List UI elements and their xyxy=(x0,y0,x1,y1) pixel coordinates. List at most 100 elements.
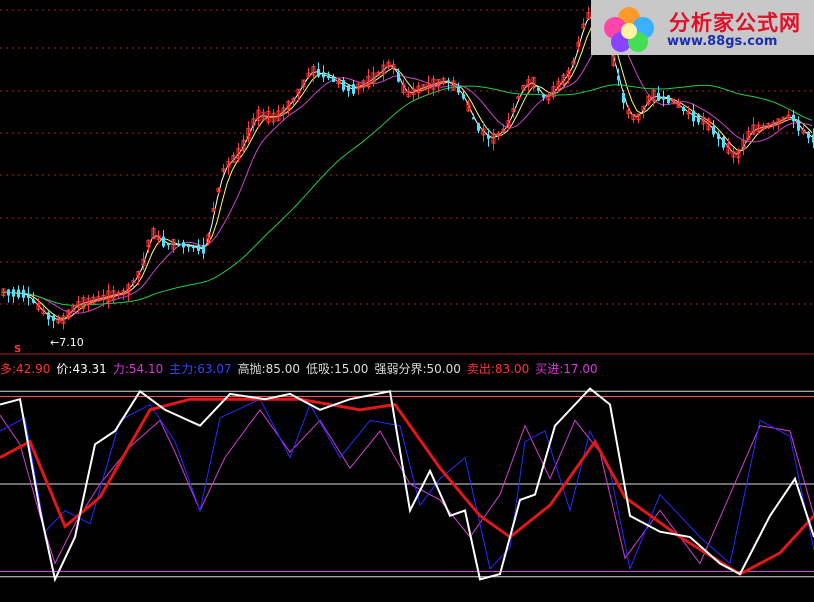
candle xyxy=(682,106,685,116)
legend-value: 17.00 xyxy=(563,362,598,376)
candle-body xyxy=(182,242,185,248)
candle xyxy=(801,125,806,136)
legend-label: 低吸: xyxy=(306,362,335,376)
candle xyxy=(91,293,96,306)
candle xyxy=(177,239,180,247)
candle xyxy=(306,67,311,79)
candle xyxy=(1,288,6,298)
candle xyxy=(7,288,10,303)
candle-body xyxy=(192,245,195,249)
candle xyxy=(56,314,61,325)
candle-body xyxy=(27,294,30,298)
candle xyxy=(706,117,711,132)
candle xyxy=(106,283,111,309)
candle xyxy=(667,95,670,105)
candle xyxy=(182,239,185,254)
candle xyxy=(411,82,416,101)
candle xyxy=(66,309,71,320)
candle-body xyxy=(692,110,695,122)
candle xyxy=(397,68,400,83)
candle xyxy=(376,70,381,77)
candle xyxy=(301,79,306,90)
candle-body xyxy=(332,76,335,83)
legend-value: 15.00 xyxy=(334,362,369,376)
moving-average-line xyxy=(1,84,813,306)
candle-body xyxy=(457,86,460,93)
candle xyxy=(401,79,406,96)
legend-item: 低吸:15.00 xyxy=(306,362,368,376)
legend-label: 主力: xyxy=(169,362,198,376)
candle xyxy=(576,36,581,52)
candle xyxy=(712,119,715,138)
candle xyxy=(236,142,241,163)
candle xyxy=(381,60,386,82)
candle-body xyxy=(322,72,325,78)
candle xyxy=(41,306,46,316)
candle-body xyxy=(797,120,800,131)
candle-body xyxy=(622,93,625,103)
candle-body xyxy=(487,135,490,139)
legend-item: 力:54.10 xyxy=(113,362,163,376)
candle xyxy=(202,237,205,260)
candle xyxy=(231,152,236,164)
candle xyxy=(27,286,30,306)
candle xyxy=(671,98,676,105)
candle-body xyxy=(397,73,400,82)
candle-body xyxy=(202,244,205,254)
candle-body xyxy=(12,289,15,297)
candle xyxy=(746,126,751,141)
legend-item: 主力:63.07 xyxy=(169,362,231,376)
legend-label: 多: xyxy=(0,362,17,376)
candle xyxy=(736,148,741,165)
candle-body xyxy=(17,289,20,298)
candle-body xyxy=(352,84,355,94)
candle-body xyxy=(187,243,190,248)
candle xyxy=(751,117,756,135)
candle xyxy=(47,311,50,326)
logo-title: 分析家公式网 xyxy=(669,11,801,35)
legend-label: 买进: xyxy=(535,362,564,376)
candle xyxy=(22,285,25,302)
low-price-label: ←7.10 xyxy=(50,336,84,349)
candle-body xyxy=(662,96,665,100)
candle xyxy=(807,130,810,144)
candle-body xyxy=(52,315,55,321)
candle xyxy=(156,230,161,245)
candle xyxy=(327,71,330,81)
legend-item: 卖出:83.00 xyxy=(467,362,529,376)
logo-url: www.88gs.com xyxy=(667,34,778,49)
candle xyxy=(701,112,706,131)
chart-window: ←7.10 S 多:42.90 价:43.31 力:54.10 主力:63.07 高抛:8… xyxy=(0,0,814,602)
candle xyxy=(251,113,256,132)
legend-value: 50.00 xyxy=(426,362,461,376)
candle xyxy=(546,91,551,105)
candle xyxy=(86,294,91,312)
moving-average-lines xyxy=(1,15,813,321)
candle xyxy=(581,18,586,29)
candle xyxy=(626,105,631,119)
candle xyxy=(406,87,411,98)
candle xyxy=(162,230,165,248)
legend-value: 63.07 xyxy=(197,362,232,376)
candle xyxy=(361,78,366,93)
legend-item: 强弱分界:50.00 xyxy=(374,362,460,376)
candle-body xyxy=(47,312,50,320)
legend-label: 高抛: xyxy=(237,362,266,376)
candle xyxy=(421,83,426,92)
candle-body xyxy=(22,289,25,298)
signal-marker: S xyxy=(14,344,21,355)
candle xyxy=(551,81,556,100)
candle xyxy=(741,133,746,156)
candle-body xyxy=(477,123,480,131)
candle xyxy=(697,113,700,126)
candle xyxy=(111,285,116,304)
candle xyxy=(151,226,156,240)
candle xyxy=(781,116,786,123)
candle xyxy=(662,90,665,107)
candle xyxy=(371,66,376,87)
candle xyxy=(61,312,66,330)
candle xyxy=(226,157,231,175)
candlesticks xyxy=(1,6,814,330)
candle xyxy=(566,66,571,84)
watermark-logo: 分析家公式网 www.88gs.com xyxy=(591,0,814,55)
